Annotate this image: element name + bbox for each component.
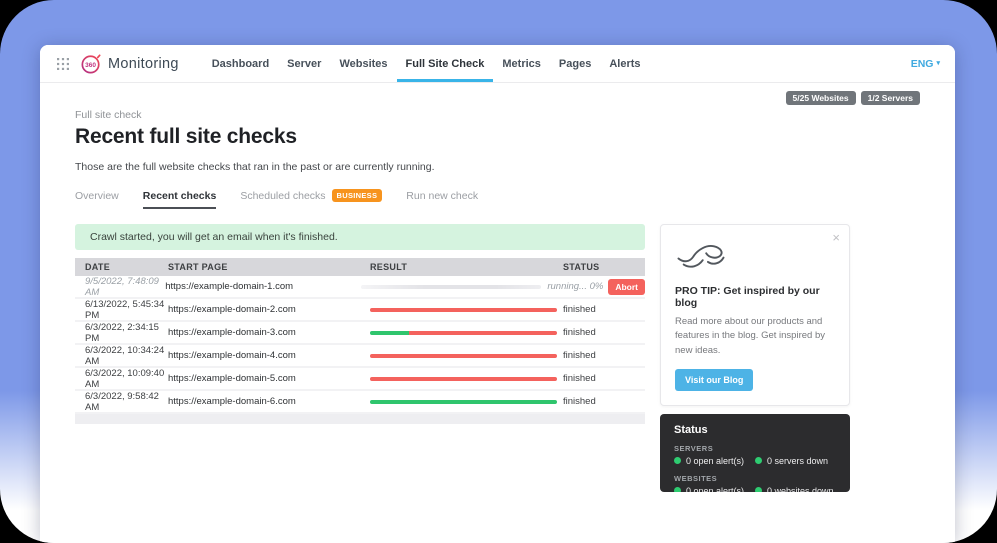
svg-text:360: 360	[85, 61, 96, 68]
status-item: 0 servers down	[755, 456, 836, 466]
check-status: finished	[563, 327, 596, 338]
main-column: Crawl started, you will get an email whe…	[75, 224, 645, 424]
table-row: 6/3/2022, 2:34:15 PM https://example-dom…	[75, 322, 645, 345]
table-header-row: DATE START PAGE RESULT STATUS	[75, 258, 645, 276]
logo-360-monitoring[interactable]: 360 Monitoring	[81, 54, 179, 74]
pro-tip-title: PRO TIP: Get inspired by our blog	[675, 285, 835, 309]
language-selector[interactable]: ENG ▾	[911, 58, 940, 70]
tab-scheduled-checks[interactable]: Scheduled checks BUSINESS	[240, 189, 382, 209]
nav-left-group: 360 Monitoring	[57, 45, 179, 82]
status-card: Status SERVERS 0 open alert(s) 0 servers…	[660, 414, 850, 492]
column-header-date: DATE	[75, 262, 168, 272]
nav-item-server[interactable]: Server	[278, 45, 330, 82]
check-status: finished	[563, 373, 596, 384]
success-banner: Crawl started, you will get an email whe…	[75, 224, 645, 250]
tab-bar: Overview Recent checks Scheduled checks …	[75, 189, 920, 209]
tab-overview[interactable]: Overview	[75, 189, 119, 209]
check-start-page: https://example-domain-1.com	[165, 281, 360, 292]
chevron-down-icon: ▾	[936, 60, 940, 67]
table-row: 9/5/2022, 7:48:09 AM https://example-dom…	[75, 276, 645, 299]
usage-badges: 5/25 Websites 1/2 Servers	[75, 83, 920, 105]
nav-right-group: ENG ▾	[911, 45, 940, 82]
abort-button[interactable]: Abort	[608, 279, 645, 295]
check-date: 9/5/2022, 7:48:09 AM	[75, 276, 165, 298]
logo-360-icon: 360	[81, 54, 102, 74]
green-status-dot	[674, 457, 681, 464]
breadcrumb: Full site check	[75, 109, 920, 121]
check-status: finished	[563, 350, 596, 361]
checks-table: DATE START PAGE RESULT STATUS 9/5/2022, …	[75, 258, 645, 424]
result-progress-bar	[370, 354, 557, 358]
visit-blog-button[interactable]: Visit our Blog	[675, 369, 753, 391]
page-content: 5/25 Websites 1/2 Servers Full site chec…	[40, 83, 955, 492]
table-row: 6/13/2022, 5:45:34 PM https://example-do…	[75, 299, 645, 322]
websites-count-badge[interactable]: 5/25 Websites	[786, 91, 856, 105]
status-card-title: Status	[674, 424, 836, 436]
content-columns: Crawl started, you will get an email whe…	[75, 224, 920, 492]
page-title: Recent full site checks	[75, 125, 920, 149]
pro-tip-body: Read more about our products and feature…	[675, 315, 835, 358]
main-nav: Dashboard Server Websites Full Site Chec…	[203, 45, 650, 82]
check-start-page: https://example-domain-4.com	[168, 350, 370, 361]
check-date: 6/3/2022, 10:09:40 AM	[75, 368, 168, 390]
nav-item-alerts[interactable]: Alerts	[600, 45, 649, 82]
check-date: 6/13/2022, 5:45:34 PM	[75, 299, 168, 321]
green-status-dot	[755, 457, 762, 464]
language-label: ENG	[911, 58, 934, 70]
check-start-page: https://example-domain-5.com	[168, 373, 370, 384]
result-progress-bar	[370, 331, 557, 335]
sidebar-column: × PRO TIP: Get inspired by our blog Read…	[660, 224, 850, 492]
green-status-dot	[755, 487, 762, 492]
check-start-page: https://example-domain-2.com	[168, 304, 370, 315]
close-icon[interactable]: ×	[832, 230, 840, 245]
status-item: 0 open alert(s)	[674, 486, 755, 492]
nav-item-metrics[interactable]: Metrics	[493, 45, 550, 82]
nav-item-pages[interactable]: Pages	[550, 45, 600, 82]
table-row-partial	[75, 414, 645, 424]
check-status: finished	[563, 304, 596, 315]
check-date: 6/3/2022, 10:34:24 AM	[75, 345, 168, 367]
pro-tip-card: × PRO TIP: Get inspired by our blog Read…	[660, 224, 850, 406]
check-start-page: https://example-domain-3.com	[168, 327, 370, 338]
tab-run-new-check[interactable]: Run new check	[406, 189, 478, 209]
table-row: 6/3/2022, 9:58:42 AM https://example-dom…	[75, 391, 645, 414]
check-date: 6/3/2022, 9:58:42 AM	[75, 391, 168, 413]
apps-grid-icon[interactable]	[57, 58, 69, 70]
result-progress-bar	[361, 285, 542, 289]
status-section-websites: WEBSITES	[674, 474, 836, 483]
result-progress-bar	[370, 400, 557, 404]
table-row: 6/3/2022, 10:34:24 AM https://example-do…	[75, 345, 645, 368]
nav-item-dashboard[interactable]: Dashboard	[203, 45, 278, 82]
status-item: 0 open alert(s)	[674, 456, 755, 466]
column-header-status: STATUS	[563, 262, 645, 272]
business-badge: BUSINESS	[332, 189, 383, 202]
check-start-page: https://example-domain-6.com	[168, 396, 370, 407]
column-header-start-page: START PAGE	[168, 262, 370, 272]
column-header-result: RESULT	[370, 262, 563, 272]
tab-recent-checks[interactable]: Recent checks	[143, 189, 217, 209]
result-progress-bar	[370, 377, 557, 381]
check-date: 6/3/2022, 2:34:15 PM	[75, 322, 168, 344]
status-section-servers: SERVERS	[674, 444, 836, 453]
table-row: 6/3/2022, 10:09:40 AM https://example-do…	[75, 368, 645, 391]
marketing-background: 360 Monitoring Dashboard Server Websites…	[0, 0, 997, 543]
tab-scheduled-checks-label: Scheduled checks	[240, 190, 325, 202]
brand-name: Monitoring	[108, 56, 179, 72]
doodle-hands-icon	[675, 239, 727, 271]
check-status: running... 0%	[547, 281, 603, 292]
result-progress-bar	[370, 308, 557, 312]
nav-item-websites[interactable]: Websites	[330, 45, 396, 82]
page-subtitle: Those are the full website checks that r…	[75, 161, 920, 173]
app-window: 360 Monitoring Dashboard Server Websites…	[40, 45, 955, 543]
nav-item-full-site-check[interactable]: Full Site Check	[397, 45, 494, 82]
servers-count-badge[interactable]: 1/2 Servers	[861, 91, 920, 105]
top-navbar: 360 Monitoring Dashboard Server Websites…	[40, 45, 955, 83]
check-status: finished	[563, 396, 596, 407]
status-item: 0 websites down	[755, 486, 836, 492]
green-status-dot	[674, 487, 681, 492]
